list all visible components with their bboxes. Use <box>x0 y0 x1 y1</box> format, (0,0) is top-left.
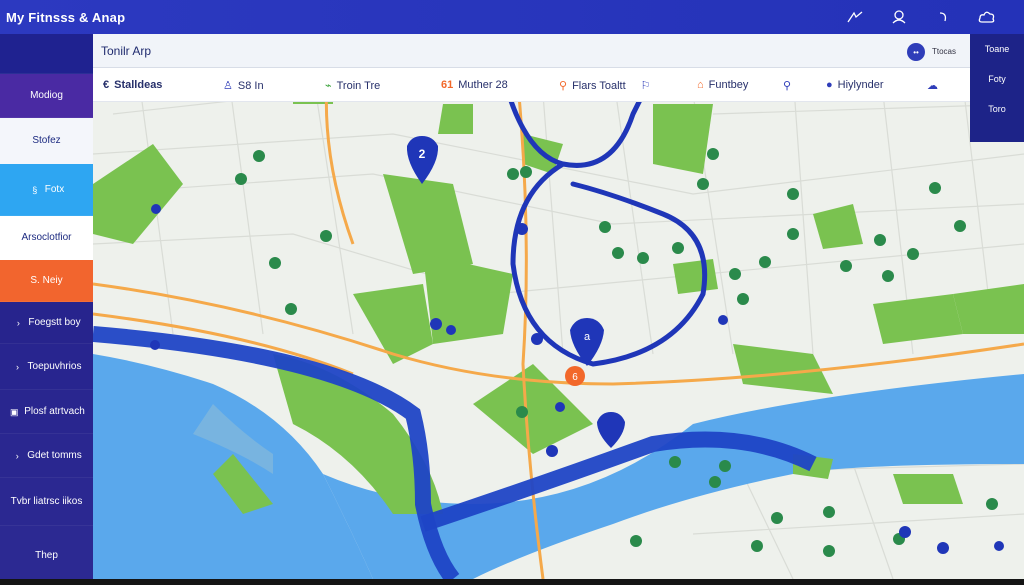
sidebar-item-label: Stofez <box>32 135 61 146</box>
back-arrow-icon: € <box>103 79 110 91</box>
filter-label: Troin Tre <box>336 79 381 92</box>
filter-muther[interactable]: 61 Muther 28 <box>441 79 508 91</box>
sidebar-item-label: Tvbr liatrsc iikos <box>10 496 83 507</box>
pin-icon: 61 <box>441 79 454 91</box>
avatar[interactable]: •• <box>907 43 925 61</box>
share-icon[interactable] <box>846 8 864 26</box>
top-bar: My Fitnsss & Anap <box>0 0 1024 34</box>
sidebar-item-label: Arsoclotfior <box>21 232 72 243</box>
marker-icon: ⚐ <box>640 80 651 92</box>
sidebar-item-modiog[interactable]: Modiog <box>0 74 93 118</box>
bookmark-icon: § <box>32 184 38 195</box>
map-marker-icon: ⌂ <box>697 79 704 91</box>
person-icon[interactable] <box>890 8 908 26</box>
filter-stalldeas[interactable]: € Stalldeas <box>103 79 162 91</box>
map-canvas[interactable]: 2 a 6 <box>93 34 1024 579</box>
app-title: My Fitnsss & Anap <box>6 10 126 25</box>
cloud-icon: ☁ <box>927 80 938 92</box>
filter-flars[interactable]: ⚲ Flars Toaltt ⚐ <box>559 79 651 93</box>
map-graphic[interactable]: 2 a 6 <box>93 34 1024 579</box>
filter-search[interactable]: ⚲ <box>783 79 791 92</box>
filter-label: Hiylynder <box>837 79 884 91</box>
sidebar-item-fotx[interactable]: § Fotx <box>0 164 93 216</box>
filter-label: Funtbey <box>708 79 749 91</box>
sidebar-item-label: Modiog <box>30 90 63 101</box>
page-title: Tonilr Arp <box>101 44 152 58</box>
sidebar-item-label: Foegstt boy <box>28 317 81 328</box>
sidebar-item-neiy[interactable]: S. Neiy <box>0 260 93 302</box>
filter-label: S8 In <box>237 79 264 92</box>
map-pin-6[interactable]: 6 <box>565 366 585 386</box>
pin-label: 6 <box>572 372 578 383</box>
chevron-right-icon: › <box>16 317 20 328</box>
sidebar-item-arsoclotfior[interactable]: Arsoclotfior <box>0 216 93 260</box>
sidebar-item-0[interactable] <box>0 34 93 74</box>
sidebar-item-toepuvhrios[interactable]: › Toepuvhrios <box>0 344 93 390</box>
cloud-icon[interactable] <box>978 8 996 26</box>
chevron-right-icon: › <box>15 450 19 461</box>
right-menu-item-toro[interactable]: Toro <box>970 94 1024 124</box>
refresh-icon[interactable] <box>934 8 952 26</box>
right-menu: Toane Foty Toro <box>970 34 1024 142</box>
filter-label: Muther 28 <box>458 79 508 91</box>
location-icon: ⚲ <box>559 80 568 92</box>
search-icon: ⚲ <box>783 80 792 92</box>
filter-hiylynder[interactable]: ● Hiylynder <box>826 79 884 91</box>
pin-label: a <box>584 331 591 343</box>
sidebar-item-label: Toepuvhrios <box>27 361 82 372</box>
filter-cloud[interactable]: ☁ <box>927 79 938 92</box>
map-header: Tonilr Arp •• Ttocas <box>93 34 970 68</box>
sidebar-item-gdet[interactable]: › Gdet tomms <box>0 434 93 478</box>
right-menu-item-toane[interactable]: Toane <box>970 34 1024 64</box>
sidebar-item-label: Thep <box>35 549 58 561</box>
pin-label: 2 <box>419 147 426 161</box>
sidebar-item-tvbr[interactable]: Tvbr liatrsc iikos <box>0 478 93 526</box>
sidebar-item-stofez[interactable]: Stofez <box>0 118 93 164</box>
filter-funtbey[interactable]: ⌂ Funtbey <box>697 79 748 91</box>
mode-label[interactable]: Ttocas <box>932 47 956 56</box>
right-menu-item-foty[interactable]: Foty <box>970 64 1024 94</box>
filter-label: Flars Toaltt <box>572 79 626 92</box>
sidebar-item-label: Plosf atrtvach <box>24 406 85 417</box>
chevron-right-icon: › <box>16 361 20 372</box>
person-icon: ♙ <box>223 80 233 92</box>
bottom-strip <box>0 579 1024 585</box>
filter-label: Stalldeas <box>114 79 163 91</box>
sidebar: Modiog Stofez § Fotx Arsoclotfior S. Neiy… <box>0 34 93 585</box>
sidebar-item-label: Gdet tomms <box>27 450 82 461</box>
map-pin-icon: ● <box>826 79 833 91</box>
sidebar-item-thep[interactable]: Thep <box>0 526 93 585</box>
top-icons <box>846 8 996 26</box>
filter-bar: € Stalldeas ♙ S8 In ⌁ Troin Tre 61 Muthe… <box>93 68 970 102</box>
sidebar-item-plosf[interactable]: ▣ Plosf atrtvach <box>0 390 93 434</box>
filter-s8[interactable]: ♙ S8 In <box>223 79 264 93</box>
sidebar-item-foegstt[interactable]: › Foegstt boy <box>0 302 93 344</box>
sidebar-item-label: S. Neiy <box>30 275 63 286</box>
route-icon: ⌁ <box>325 80 332 92</box>
square-icon: ▣ <box>9 406 19 417</box>
filter-troin[interactable]: ⌁ Troin Tre <box>325 79 381 93</box>
sidebar-item-label: Fotx <box>44 184 65 195</box>
